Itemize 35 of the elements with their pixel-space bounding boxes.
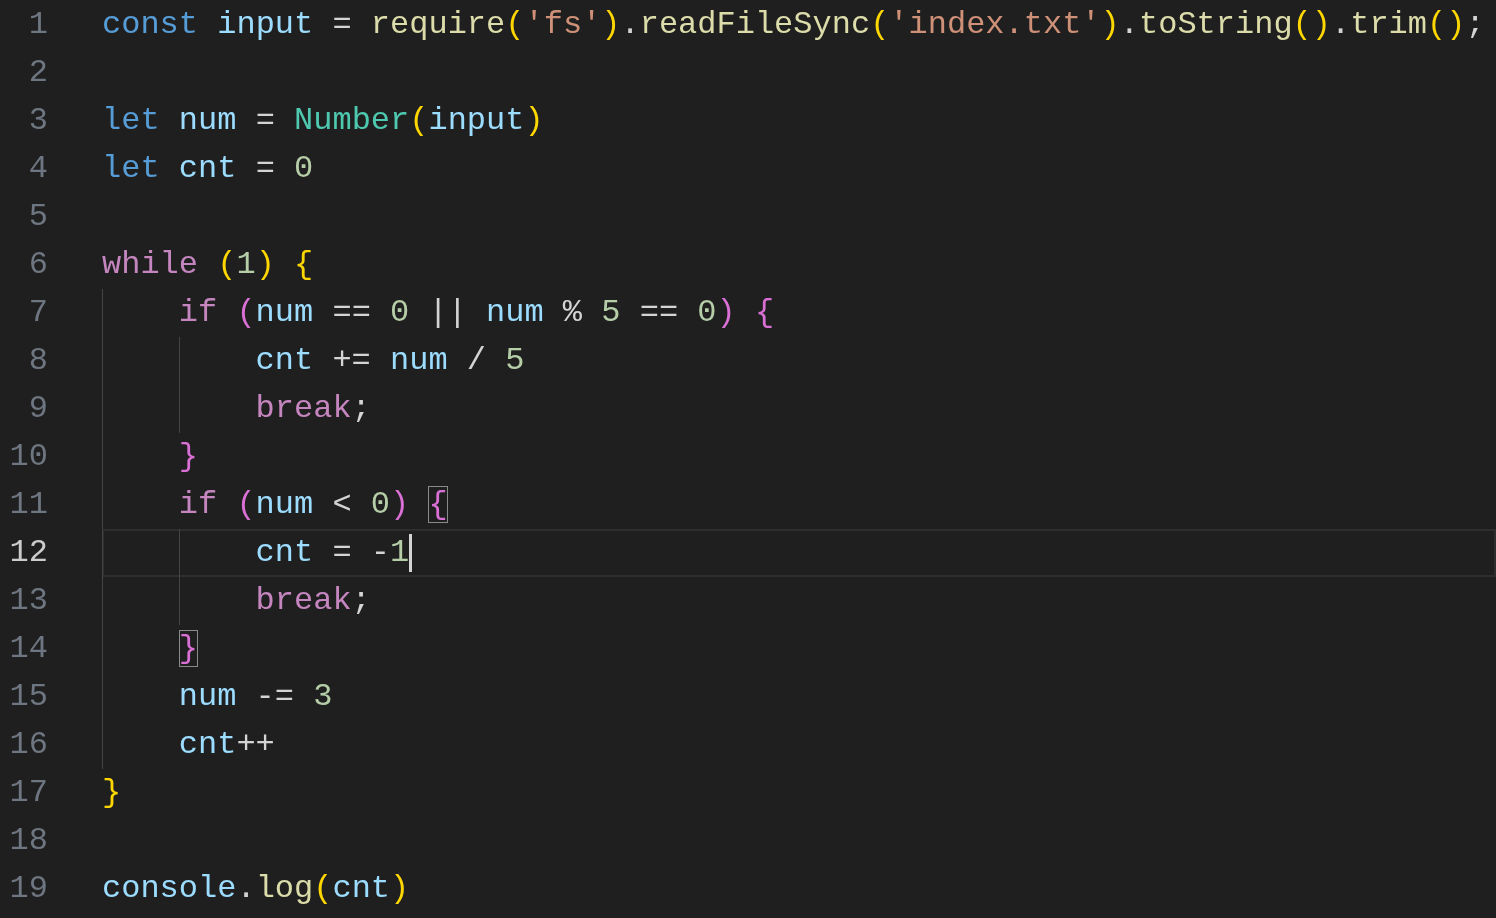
line-number: 5 [27, 197, 48, 237]
code-line: } [102, 433, 1496, 481]
code-line: const input = require('fs').readFileSync('index.txt').toString().trim(); [102, 5, 1486, 45]
code-line: if (num == 0 || num % 5 == 0) { [102, 289, 1496, 337]
code-line: break; [102, 577, 1496, 625]
line-number: 16 [8, 725, 48, 765]
code-line: let num = Number(input) [102, 101, 545, 141]
code-line: cnt += num / 5 [102, 337, 1496, 385]
line-number: 11 [8, 485, 48, 525]
line-number: 14 [8, 629, 48, 669]
line-number: 12 [8, 533, 48, 573]
code-line: num -= 3 [102, 673, 1496, 721]
code-line: break; [102, 385, 1496, 433]
code-line: while (1) { [102, 245, 315, 285]
line-number: 2 [27, 53, 48, 93]
line-number: 13 [8, 581, 48, 621]
line-number: 6 [27, 245, 48, 285]
line-number: 15 [8, 677, 48, 717]
line-number: 4 [27, 149, 48, 189]
line-number: 19 [8, 869, 48, 909]
line-number: 10 [8, 437, 48, 477]
code-line: if (num < 0) { [102, 481, 1496, 529]
code-line: console.log(cnt) [102, 869, 411, 909]
code-line: } [102, 773, 123, 813]
line-number: 17 [8, 773, 48, 813]
line-number: 1 [27, 5, 48, 45]
line-number: 9 [27, 389, 48, 429]
code-line: let cnt = 0 [102, 149, 315, 189]
line-number: 8 [27, 341, 48, 381]
code-line: cnt++ [102, 721, 1496, 769]
code-line: } [102, 625, 1496, 673]
code-line: cnt = -1 [102, 529, 1496, 577]
line-number: 3 [27, 101, 48, 141]
line-number: 7 [27, 293, 48, 333]
line-number: 18 [8, 821, 48, 861]
